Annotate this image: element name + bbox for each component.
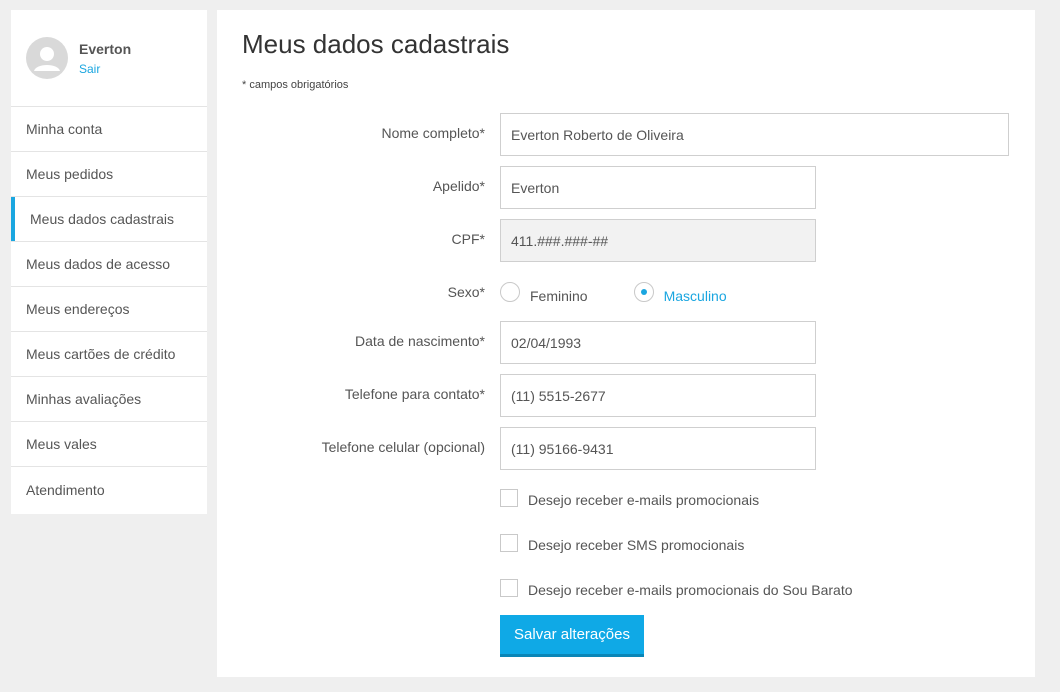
mobile-field[interactable]: (11) 95166-9431 [500, 427, 816, 470]
checkbox-promo-sms[interactable]: Desejo receber SMS promocionais [500, 533, 744, 553]
cpf-label: CPF* [451, 231, 485, 247]
sidebar-item-addresses[interactable]: Meus endereços [11, 287, 207, 332]
full-name-label: Nome completo* [381, 125, 486, 141]
checkbox-promo-sms-box[interactable] [500, 534, 518, 552]
radio-female-circle[interactable] [500, 282, 520, 302]
user-profile: Everton Sair [11, 10, 207, 107]
sidebar-item-support[interactable]: Atendimento [11, 467, 207, 512]
phone-label: Telefone para contato* [344, 386, 485, 402]
save-changes-button[interactable]: Salvar alterações [500, 615, 644, 657]
nickname-label: Apelido* [432, 178, 485, 194]
sex-label: Sexo* [447, 284, 485, 300]
radio-male-label: Masculino [663, 288, 727, 304]
radio-male-circle[interactable] [633, 282, 654, 302]
birth-date-label: Data de nascimento* [355, 333, 485, 349]
radio-male[interactable]: Masculino [633, 280, 727, 304]
required-fields-note: * campos obrigatórios [242, 79, 349, 91]
sidebar-item-credit-cards[interactable]: Meus cartões de crédito [11, 332, 207, 377]
radio-female[interactable]: Feminino [500, 280, 588, 304]
checkbox-promo-emails[interactable]: Desejo receber e-mails promocionais [500, 488, 759, 508]
sex-radio-group: Feminino Masculino [500, 280, 727, 304]
cpf-field: 411.###.###-## [500, 219, 816, 262]
phone-field[interactable]: (11) 5515-2677 [500, 374, 816, 417]
full-name-field[interactable]: Everton Roberto de Oliveira [500, 113, 1009, 156]
sidebar-item-access-data[interactable]: Meus dados de acesso [11, 242, 207, 287]
nickname-field[interactable]: Everton [500, 166, 816, 209]
sidebar-item-personal-data[interactable]: Meus dados cadastrais [11, 197, 207, 242]
logout-link[interactable]: Sair [79, 60, 131, 78]
personal-data-panel: Meus dados cadastrais * campos obrigatór… [217, 10, 1035, 677]
checkbox-promo-emails-label: Desejo receber e-mails promocionais [528, 492, 760, 508]
user-name: Everton [79, 41, 132, 57]
checkbox-promo-emails-box[interactable] [500, 489, 518, 507]
sidebar-item-reviews[interactable]: Minhas avaliações [11, 377, 207, 422]
checkbox-sou-barato-emails-box[interactable] [500, 579, 518, 597]
account-sidebar: Everton Sair Minha conta Meus pedidos Me… [11, 10, 207, 514]
birth-date-field[interactable]: 02/04/1993 [500, 321, 816, 364]
sidebar-item-vouchers[interactable]: Meus vales [11, 422, 207, 467]
sidebar-item-orders[interactable]: Meus pedidos [11, 152, 207, 197]
avatar-icon [26, 37, 68, 79]
radio-female-label: Feminino [530, 288, 588, 304]
mobile-label: Telefone celular (opcional) [321, 439, 485, 455]
page-title: Meus dados cadastrais [242, 29, 510, 59]
sidebar-item-my-account[interactable]: Minha conta [11, 107, 207, 152]
checkbox-sou-barato-emails-label: Desejo receber e-mails promocionais do S… [528, 582, 853, 598]
checkbox-sou-barato-emails[interactable]: Desejo receber e-mails promocionais do S… [500, 578, 853, 598]
checkbox-promo-sms-label: Desejo receber SMS promocionais [528, 537, 745, 553]
